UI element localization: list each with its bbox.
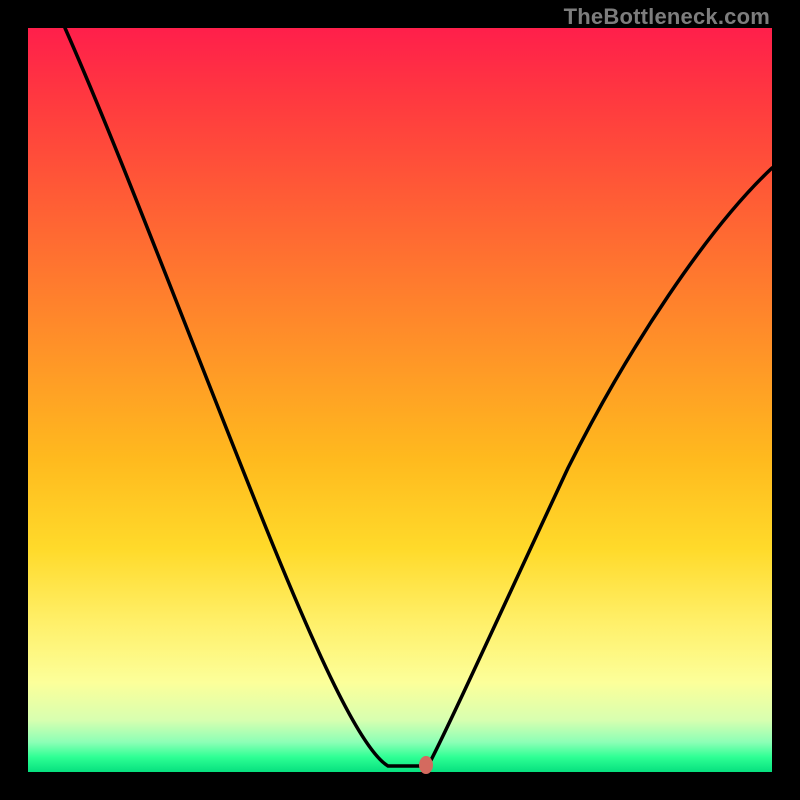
curve-path (65, 28, 772, 766)
optimal-point-marker (419, 756, 433, 774)
bottleneck-curve (28, 28, 772, 772)
chart-frame: TheBottleneck.com (0, 0, 800, 800)
watermark-text: TheBottleneck.com (564, 4, 770, 30)
